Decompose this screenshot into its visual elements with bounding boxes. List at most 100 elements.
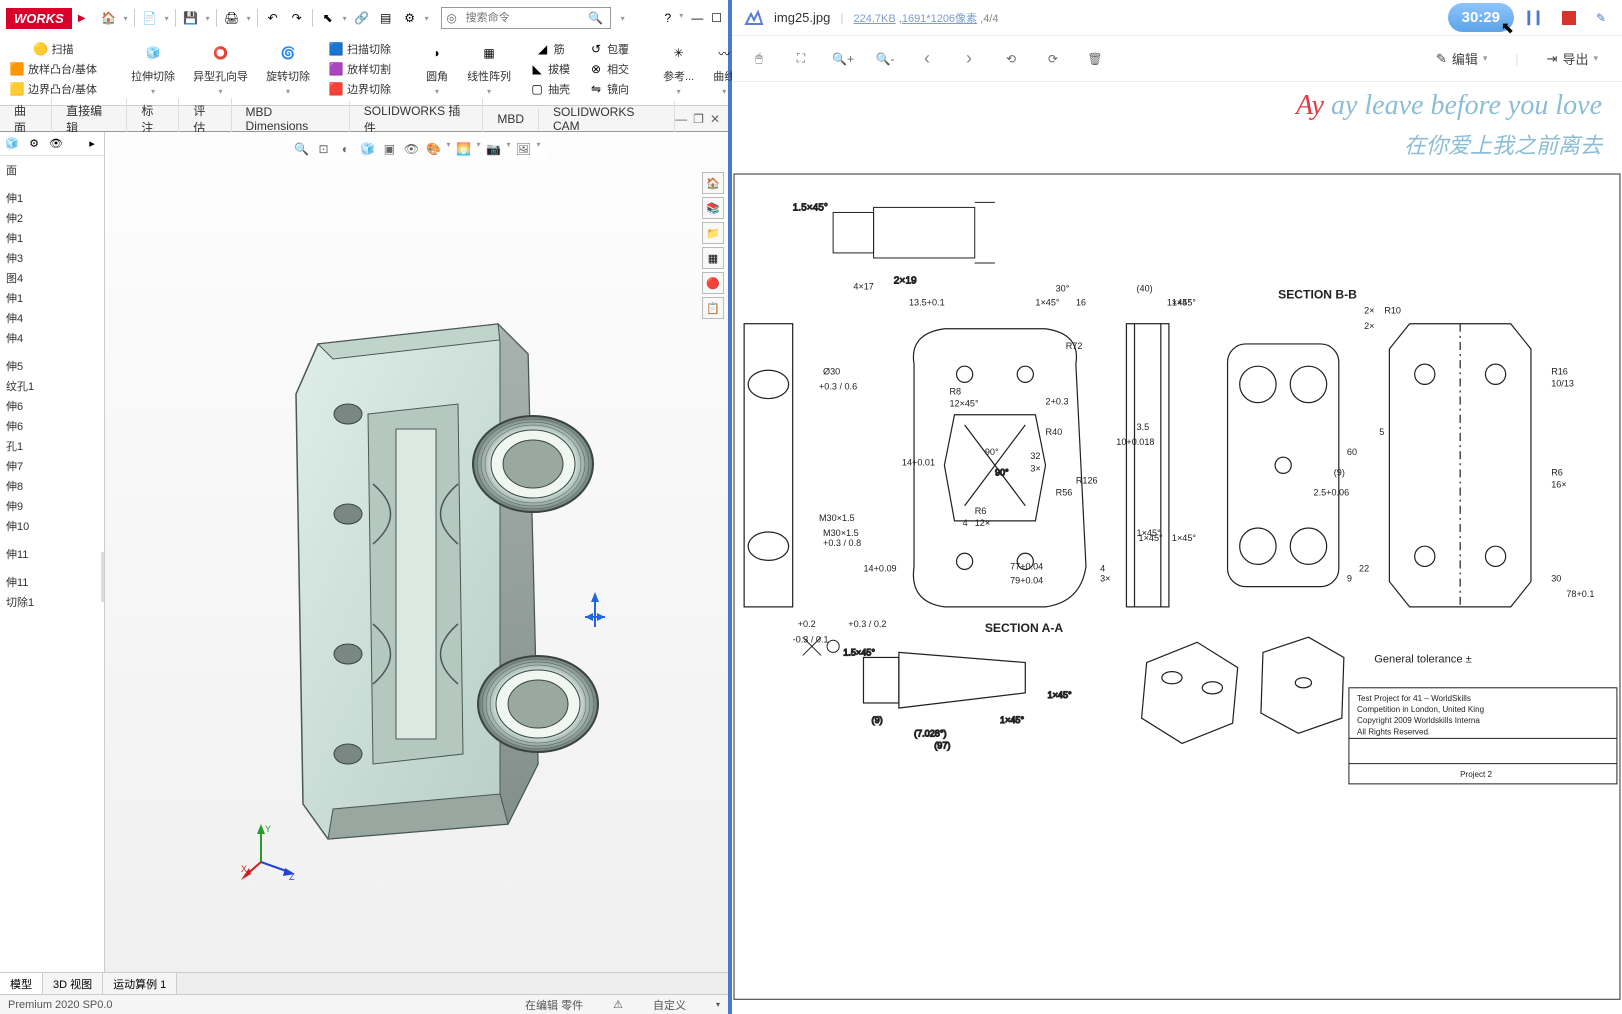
rib-button[interactable]: ◢筋 <box>532 40 568 58</box>
redo-icon[interactable]: ↷ <box>288 9 306 27</box>
boundary-cut-button[interactable]: 🟥边界切除 <box>325 80 394 98</box>
tab-minimize-icon[interactable]: — <box>675 112 687 126</box>
tree-item[interactable]: 伸1 <box>2 228 102 248</box>
model-canvas[interactable]: 🔍 ⊡ ◐ 🧊 ▣ 👁 🎨 ▾ 🌅 ▾ 📷 ▾ 🖼 ▾ 🏠 📚 📁 ▦ <box>105 132 728 972</box>
extruded-cut-button[interactable]: 🧊拉伸切除▾ <box>128 40 178 97</box>
view-orientation-icon[interactable]: 🧊 <box>358 140 376 158</box>
tree-item[interactable]: 图4 <box>2 268 102 288</box>
tree-item[interactable]: 纹孔1 <box>2 376 102 396</box>
tree-item[interactable]: 伸11 <box>2 544 102 564</box>
search-input[interactable] <box>462 9 582 27</box>
minimize-icon[interactable]: — <box>691 11 703 25</box>
tree-expand-icon[interactable]: ▸ <box>84 136 100 152</box>
maximize-icon[interactable]: ☐ <box>711 11 722 25</box>
tab-mbd[interactable]: MBD <box>483 108 539 130</box>
filesize-link[interactable]: 224.7KB <box>854 13 896 25</box>
export-menu[interactable]: ⇥ 导出 ▾ <box>1539 45 1606 72</box>
view-palette-icon[interactable]: ▦ <box>702 247 724 269</box>
motion-tab[interactable]: 运动算例 1 <box>103 973 177 995</box>
tree-item[interactable]: 伸2 <box>2 208 102 228</box>
pause-icon[interactable]: ▎▎ <box>1528 9 1546 27</box>
apply-scene-icon[interactable]: 🖼 <box>515 140 533 158</box>
tree-item[interactable]: 伸6 <box>2 396 102 416</box>
draft-button[interactable]: ◣拔模 <box>526 60 573 78</box>
tree-item[interactable]: 伸4 <box>2 308 102 328</box>
home-pane-icon[interactable]: 🏠 <box>702 172 724 194</box>
appearance-icon[interactable]: 🎨 <box>424 140 442 158</box>
tree-item[interactable]: 面 <box>2 160 102 180</box>
print-icon[interactable]: 🖨 <box>223 9 241 27</box>
link-icon[interactable]: 🔗 <box>353 9 371 27</box>
boundary-button[interactable]: 🟨边界凸台/基体 <box>6 80 100 98</box>
wrap-button[interactable]: ↺包覆 <box>585 40 632 58</box>
delete-icon[interactable]: 🗑 <box>1084 48 1106 70</box>
section-view-icon[interactable]: ◐ <box>336 140 354 158</box>
tab-restore-icon[interactable]: ❐ <box>693 112 704 126</box>
reference-button[interactable]: ✳参考...▾ <box>660 40 697 97</box>
fit-icon[interactable]: ⛶ <box>790 48 812 70</box>
hole-wizard-button[interactable]: ⭕异型孔向导▾ <box>190 40 251 97</box>
swept-cut-button[interactable]: 🟦扫描切除 <box>325 40 394 58</box>
revolved-cut-button[interactable]: 🌀旋转切除▾ <box>263 40 313 97</box>
design-library-icon[interactable]: 📚 <box>702 197 724 219</box>
tree-item[interactable]: 伸8 <box>2 476 102 496</box>
sweep-button[interactable]: 🟡扫描 <box>30 40 77 58</box>
file-explorer-icon[interactable]: 📁 <box>702 222 724 244</box>
tree-tab-config-icon[interactable]: ⚙ <box>26 136 42 152</box>
zoom-in-icon[interactable]: 🔍+ <box>832 48 854 70</box>
display-style-icon[interactable]: ▣ <box>380 140 398 158</box>
linear-pattern-button[interactable]: ▦线性阵列▾ <box>464 40 514 97</box>
feature-tree[interactable]: 🧊 ⚙ 👁 ▸ 面 伸1 伸2 伸1 伸3 图4 伸1 伸4 伸4 伸5 纹孔1… <box>0 132 105 972</box>
scene-icon[interactable]: 🌅 <box>454 140 472 158</box>
stop-icon[interactable] <box>1560 9 1578 27</box>
tab-close-icon[interactable]: ✕ <box>710 112 720 126</box>
shell-button[interactable]: ▢抽壳 <box>526 80 573 98</box>
tree-item[interactable]: 伸4 <box>2 328 102 348</box>
tree-item[interactable]: 伸6 <box>2 416 102 436</box>
loft-button[interactable]: 🟧放样凸台/基体 <box>6 60 100 78</box>
zoom-fit-icon[interactable]: ⊡ <box>314 140 332 158</box>
mirror-button[interactable]: ⇋镜向 <box>585 80 632 98</box>
new-icon[interactable]: 📄 <box>141 9 159 27</box>
render-icon[interactable]: 📷 <box>485 140 503 158</box>
cursor-tool-icon[interactable]: 🖱 <box>748 48 770 70</box>
tree-tab-feature-icon[interactable]: 🧊 <box>4 136 20 152</box>
tree-item[interactable]: 伸5 <box>2 356 102 376</box>
zoom-window-icon[interactable]: 🔍 <box>292 140 310 158</box>
next-icon[interactable]: › <box>958 48 980 70</box>
3dview-tab[interactable]: 3D 视图 <box>43 973 103 995</box>
tree-item[interactable]: 伸10 <box>2 516 102 536</box>
help-icon[interactable]: ? <box>665 11 672 25</box>
intersect-button[interactable]: ⊗相交 <box>585 60 632 78</box>
select-icon[interactable]: ⬉ <box>319 9 337 27</box>
image-canvas[interactable]: Ay ay leave before you love 在你爱上我之前离去 1.… <box>732 82 1622 1014</box>
warning-icon[interactable]: ⚠ <box>613 998 623 1011</box>
tree-item[interactable]: 伸7 <box>2 456 102 476</box>
zoom-out-icon[interactable]: 🔍- <box>874 48 896 70</box>
hide-show-icon[interactable]: 👁 <box>402 140 420 158</box>
tree-tab-display-icon[interactable]: 👁 <box>48 136 64 152</box>
rotate-right-icon[interactable]: ⟳ <box>1042 48 1064 70</box>
appearances-pane-icon[interactable]: 🔴 <box>702 272 724 294</box>
pencil-icon[interactable]: ✎ <box>1592 9 1610 27</box>
save-icon[interactable]: 💾 <box>182 9 200 27</box>
tree-item[interactable]: 孔1 <box>2 436 102 456</box>
tree-item[interactable]: 伸11 <box>2 572 102 592</box>
prev-icon[interactable]: ‹ <box>916 48 938 70</box>
edit-menu[interactable]: ✎ 编辑 ▾ <box>1428 45 1495 72</box>
lofted-cut-button[interactable]: 🟪放样切割 <box>325 60 394 78</box>
model-tab[interactable]: 模型 <box>0 973 43 995</box>
undo-icon[interactable]: ↶ <box>264 9 282 27</box>
tree-item[interactable]: 伸9 <box>2 496 102 516</box>
tree-item[interactable]: 切除1 <box>2 592 102 612</box>
rotate-left-icon[interactable]: ⟲ <box>1000 48 1022 70</box>
home-icon[interactable]: 🏠 <box>100 9 118 27</box>
list-icon[interactable]: ▤ <box>377 9 395 27</box>
search-icon[interactable]: 🔍 <box>582 11 610 25</box>
custom-props-icon[interactable]: 📋 <box>702 297 724 319</box>
tree-item[interactable]: 伸1 <box>2 188 102 208</box>
tree-item[interactable]: 伸1 <box>2 288 102 308</box>
command-search[interactable]: ◎ 🔍 <box>441 7 611 29</box>
dimensions-link[interactable]: 1691*1206像素 <box>902 13 977 25</box>
tree-item[interactable]: 伸3 <box>2 248 102 268</box>
